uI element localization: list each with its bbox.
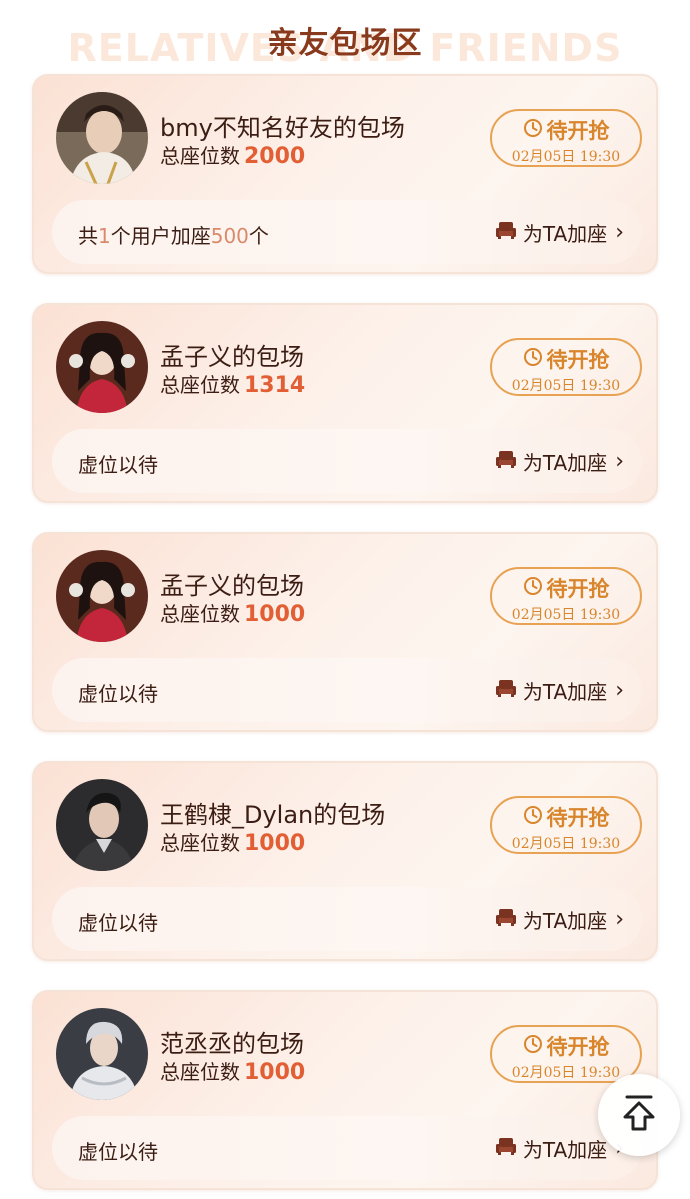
status-label: 待开抢: [546, 577, 610, 601]
booking-title: bmy不知名好友的包场: [160, 114, 405, 142]
seats-value: 1000: [244, 602, 306, 627]
vacancy-text: 虚位以待: [78, 682, 158, 706]
add-seat-button[interactable]: 为TA加座 ›: [495, 218, 624, 247]
booking-card[interactable]: 孟子义的包场 总座位数 1000 待开抢 02月05日 19:30 虚位以待 为T…: [32, 532, 658, 732]
seat-icon: [495, 678, 517, 703]
status-label: 待开抢: [546, 119, 610, 143]
seats-label: 总座位数: [160, 373, 240, 397]
booking-card[interactable]: bmy不知名好友的包场 总座位数 2000 待开抢 02月05日 19:30 共1…: [32, 74, 658, 274]
vacancy-text: 虚位以待: [78, 911, 158, 935]
seats-label: 总座位数: [160, 602, 240, 626]
booking-card[interactable]: 王鹤棣_Dylan的包场 总座位数 1000 待开抢 02月05日 19:30 虚…: [32, 761, 658, 961]
seats-value: 1000: [244, 1060, 306, 1085]
section-title: 亲友包场区: [267, 26, 423, 61]
total-seats: 总座位数 1000: [160, 1056, 305, 1085]
chevron-right-icon: ›: [615, 449, 624, 474]
start-time: 02月05日 19:30: [511, 378, 621, 394]
scroll-to-top-icon: [621, 1093, 657, 1137]
seat-icon: [495, 449, 517, 474]
booking-title: 范丞丞的包场: [160, 1030, 304, 1058]
add-seat-button[interactable]: 为TA加座 ›: [495, 447, 624, 476]
bottom-bar: 虚位以待 为TA加座 ›: [52, 1116, 642, 1180]
status-button[interactable]: 待开抢 02月05日 19:30: [490, 567, 642, 625]
booking-title: 王鹤棣_Dylan的包场: [160, 801, 386, 829]
seat-icon: [495, 907, 517, 932]
clock-icon: [523, 576, 543, 601]
start-time: 02月05日 19:30: [511, 149, 621, 165]
status-button[interactable]: 待开抢 02月05日 19:30: [490, 338, 642, 396]
add-seat-label: 为TA加座: [522, 680, 608, 704]
booking-title: 孟子义的包场: [160, 572, 304, 600]
clock-icon: [523, 1034, 543, 1059]
total-seats: 总座位数 1000: [160, 598, 305, 627]
added-seat-count: 500: [210, 224, 249, 248]
user-avatar[interactable]: [56, 321, 148, 413]
user-count: 1: [98, 224, 111, 248]
start-time: 02月05日 19:30: [511, 836, 621, 852]
status-label: 待开抢: [546, 348, 610, 372]
user-avatar[interactable]: [56, 1008, 148, 1100]
add-seat-label: 为TA加座: [522, 909, 608, 933]
add-seat-button[interactable]: 为TA加座 ›: [495, 676, 624, 705]
clock-icon: [523, 118, 543, 143]
status-button[interactable]: 待开抢 02月05日 19:30: [490, 796, 642, 854]
vacancy-text: 虚位以待: [78, 453, 158, 477]
user-avatar[interactable]: [56, 92, 148, 184]
clock-icon: [523, 347, 543, 372]
scroll-to-top-button[interactable]: [598, 1074, 680, 1156]
seat-icon: [495, 220, 517, 245]
chevron-right-icon: ›: [615, 907, 624, 932]
status-label: 待开抢: [546, 1035, 610, 1059]
add-seat-label: 为TA加座: [522, 1138, 608, 1162]
section-header: RELATIVES AND FRIENDS 亲友包场区: [0, 0, 690, 74]
chevron-right-icon: ›: [615, 220, 624, 245]
booking-card[interactable]: 孟子义的包场 总座位数 1314 待开抢 02月05日 19:30 虚位以待 为T…: [32, 303, 658, 503]
status-label: 待开抢: [546, 806, 610, 830]
vacancy-text: 虚位以待: [78, 1140, 158, 1164]
add-seat-label: 为TA加座: [522, 222, 608, 246]
booking-title: 孟子义的包场: [160, 343, 304, 371]
seats-value: 1000: [244, 831, 306, 856]
total-seats: 总座位数 1000: [160, 827, 305, 856]
seats-value: 1314: [244, 373, 306, 398]
bottom-bar: 虚位以待 为TA加座 ›: [52, 887, 642, 951]
chevron-right-icon: ›: [615, 678, 624, 703]
start-time: 02月05日 19:30: [511, 607, 621, 623]
user-avatar[interactable]: [56, 779, 148, 871]
status-button[interactable]: 待开抢 02月05日 19:30: [490, 109, 642, 167]
seat-icon: [495, 1136, 517, 1161]
summary-suffix: 个: [248, 224, 269, 248]
clock-icon: [523, 805, 543, 830]
bottom-bar: 虚位以待 为TA加座 ›: [52, 658, 642, 722]
bottom-bar: 虚位以待 为TA加座 ›: [52, 429, 642, 493]
seats-label: 总座位数: [160, 831, 240, 855]
summary-middle: 个用户加座: [110, 224, 211, 248]
add-seat-button[interactable]: 为TA加座 ›: [495, 905, 624, 934]
bottom-bar: 共1个用户加座500个 为TA加座 ›: [52, 200, 642, 264]
user-avatar[interactable]: [56, 550, 148, 642]
add-seat-summary: 共1个用户加座500个: [78, 220, 269, 249]
seats-label: 总座位数: [160, 1060, 240, 1084]
booking-card[interactable]: 范丞丞的包场 总座位数 1000 待开抢 02月05日 19:30 虚位以待 为T…: [32, 990, 658, 1190]
seats-label: 总座位数: [160, 144, 240, 168]
add-seat-label: 为TA加座: [522, 451, 608, 475]
seats-value: 2000: [244, 144, 306, 169]
summary-prefix: 共: [78, 224, 98, 248]
status-button[interactable]: 待开抢 02月05日 19:30: [490, 1025, 642, 1083]
total-seats: 总座位数 1314: [160, 369, 305, 398]
total-seats: 总座位数 2000: [160, 140, 305, 169]
